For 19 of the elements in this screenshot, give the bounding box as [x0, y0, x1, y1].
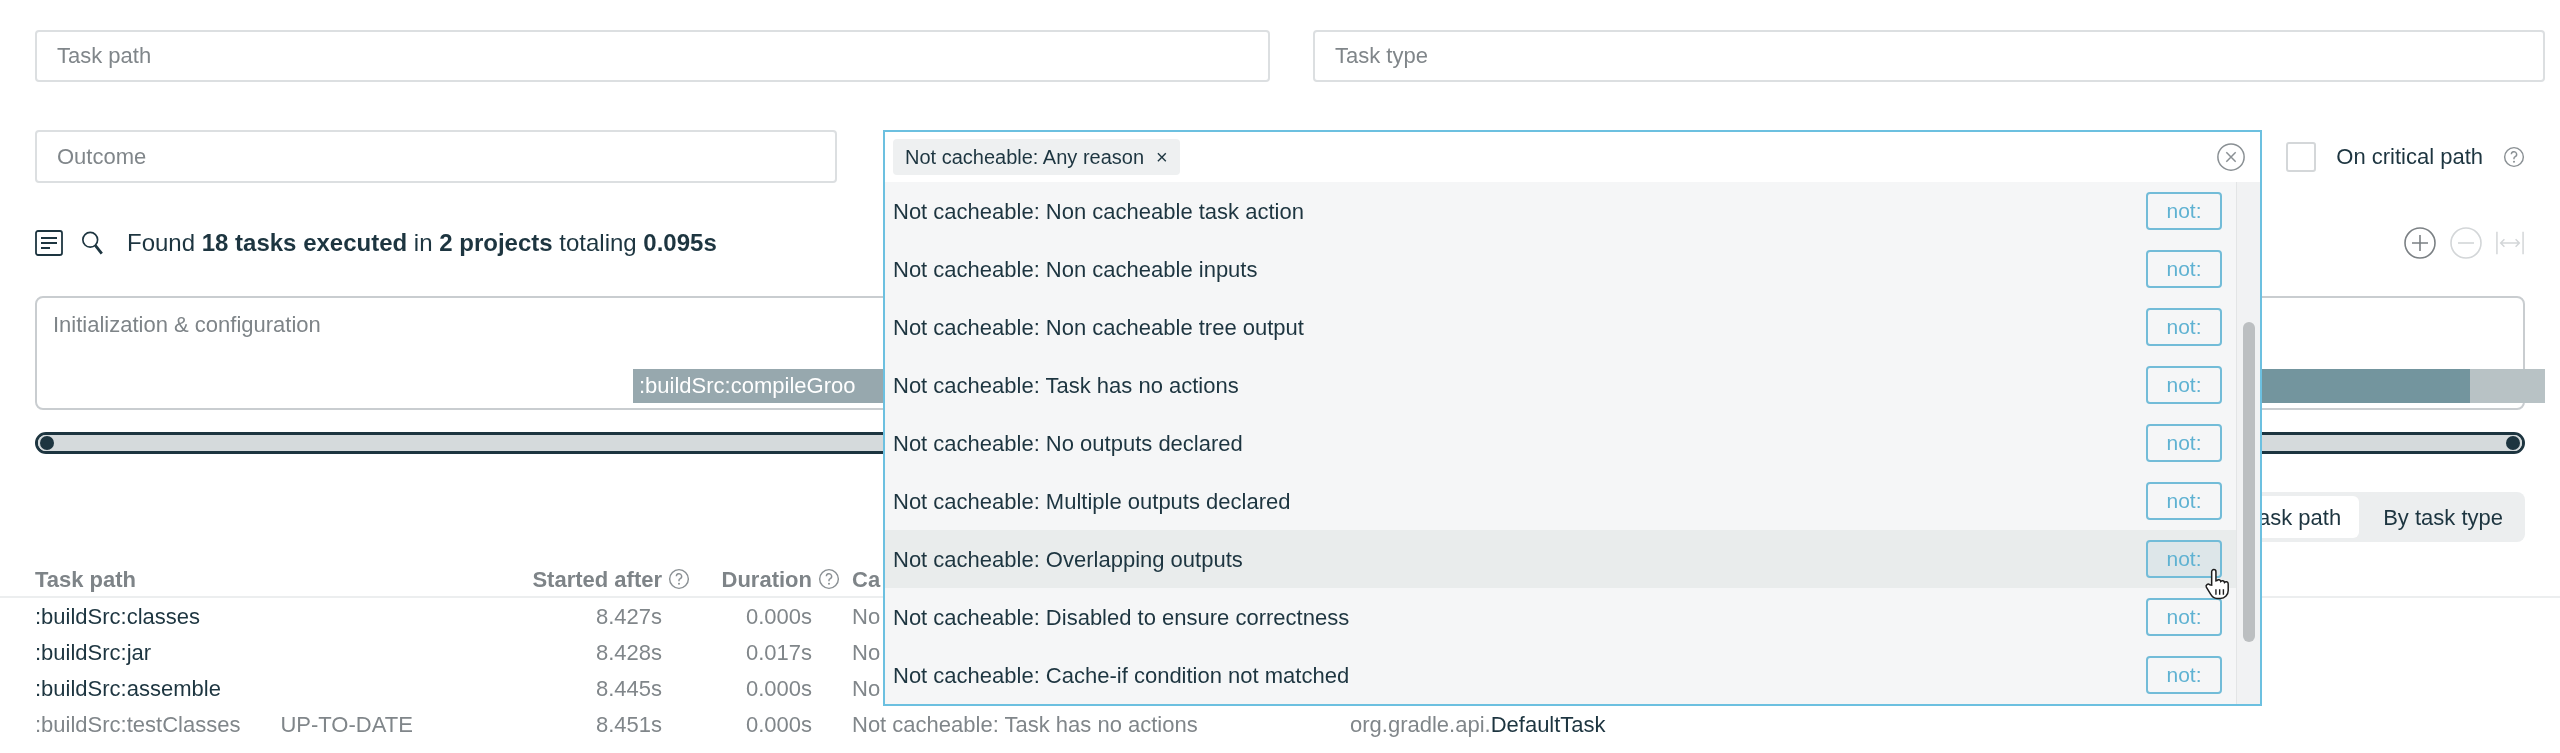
table-cell-text: 8.451s: [595, 710, 662, 739]
table-cell-text: Not cacheable: Task has no actions: [852, 710, 1198, 739]
summary-text: Found 18 tasks executed in 2 projects totaling 0.095s: [127, 228, 717, 258]
checkbox-label: On critical path: [2336, 143, 2483, 171]
table-cell-text: No: [852, 638, 881, 667]
outcome-label: UP-TO-DATE: [280, 710, 413, 739]
table-cell-text: 8.428s: [595, 638, 662, 667]
table-cell-text: 0.000s: [745, 710, 812, 739]
type-name: DefaultTask: [1490, 710, 1606, 739]
table-cell-text: 8.427s: [595, 602, 662, 631]
table-cell-text: 0.000s: [745, 602, 812, 631]
chip-label: Not cacheable: Any reason: [905, 145, 1145, 170]
table-cell-text: No: [852, 674, 881, 703]
table-cell-text: 0.017s: [745, 638, 812, 667]
table-cell-text: No: [852, 602, 881, 631]
type-package: org.gradle.api.: [1350, 710, 1491, 739]
table-cell-text: 0.000s: [745, 674, 812, 703]
timeline-title: Initialization & configuration: [53, 311, 321, 339]
table-cell-text: 8.445s: [595, 674, 662, 703]
